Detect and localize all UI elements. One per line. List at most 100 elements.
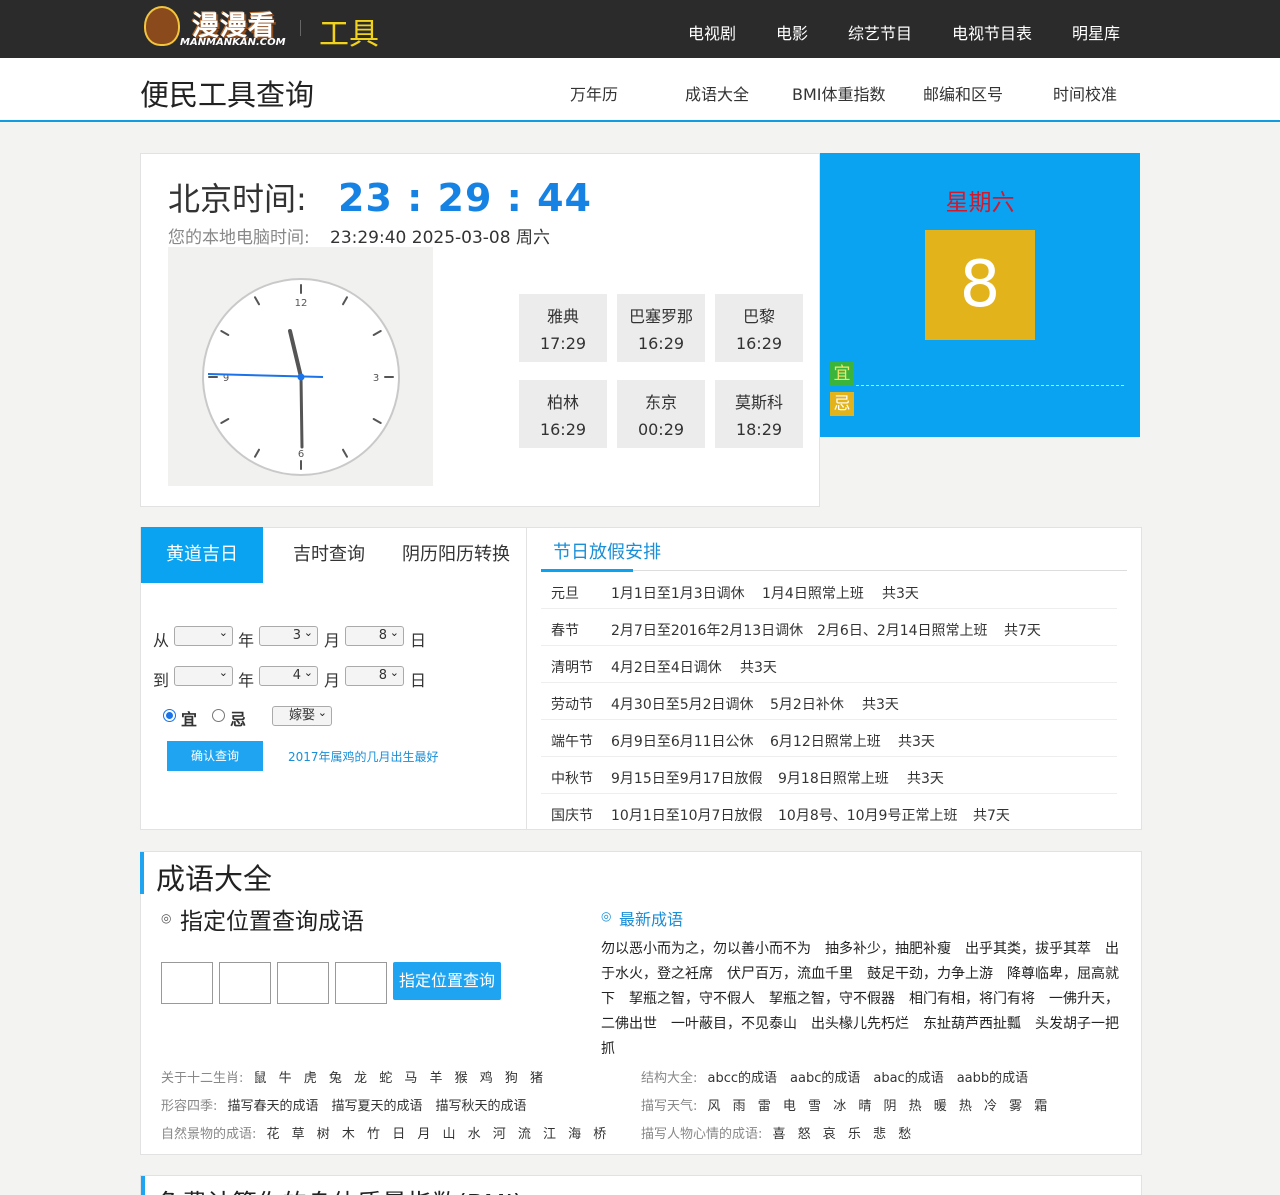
holiday-total: 共7天 — [973, 808, 1010, 824]
yi-badge: 宜 — [830, 362, 854, 386]
mood-label: 描写人物心情的成语: — [641, 1127, 763, 1142]
to-month-select[interactable]: 4 — [259, 664, 318, 686]
tab-auspicious-days[interactable]: 黄道吉日 — [141, 527, 263, 583]
holiday-range: 1月1日至1月3日调休 — [611, 586, 745, 602]
from-label: 从 — [153, 631, 170, 650]
calendar-divider — [856, 385, 1124, 386]
city-name: 柏林 — [546, 393, 579, 412]
city-athens: 雅典 17:29 — [519, 294, 607, 362]
from-day-select[interactable]: 8 — [345, 624, 404, 646]
clock-number-12: 12 — [295, 298, 308, 309]
structure-row: 结构大全: abcc的成语 aabc的成语 abac的成语 aabb的成语 — [641, 1067, 1028, 1086]
holiday-name: 元旦 — [551, 586, 579, 602]
holiday-row: 中秋节 9月15日至9月17日放假 9月18日照常上班 共3天 — [541, 757, 1117, 794]
logo-subtext: MANMANKAN.COM — [180, 37, 286, 48]
page-title: 便民工具查询 — [140, 78, 315, 112]
holiday-workday: 9月18日照常上班 — [778, 771, 889, 787]
latest-idioms-list[interactable]: 勿以恶小而为之，勿以善小而不为 抽多补少，抽肥补瘦 出乎其类，拔乎其萃 出于水火… — [601, 937, 1121, 1062]
holiday-workday: 10月8号、10月9号正常上班 — [778, 808, 958, 824]
nav-tv-schedule[interactable]: 电视节目表 — [952, 20, 1032, 44]
calendar-card: 星期六 8 宜 忌 — [820, 153, 1140, 437]
idiom-section-title: 成语大全 — [156, 862, 273, 896]
tools-title: 工具 — [319, 17, 379, 52]
day-of-month: 8 — [925, 230, 1035, 340]
nav-variety[interactable]: 综艺节目 — [848, 20, 912, 44]
to-day-select[interactable]: 8 — [345, 664, 404, 686]
subnav-time-sync[interactable]: 时间校准 — [1053, 81, 1117, 105]
subnav-bmi[interactable]: BMI体重指数 — [792, 81, 886, 105]
holiday-name: 春节 — [551, 623, 579, 639]
holiday-range: 4月2日至4日调休 — [611, 660, 722, 676]
city-berlin: 柏林 16:29 — [519, 380, 607, 448]
city-time: 18:29 — [735, 420, 783, 439]
nature-row: 自然景物的成语: 花 草 树 木 竹 日 月 山 水 河 流 江 海 桥 — [161, 1123, 610, 1142]
holiday-row: 春节 2月7日至2016年2月13日调休 2月6日、2月14日照常上班 共7天 — [541, 609, 1117, 646]
nav-stars[interactable]: 明星库 — [1072, 20, 1120, 44]
city-moscow: 莫斯科 18:29 — [715, 380, 803, 448]
holiday-workday: 6月12日照常上班 — [770, 734, 881, 750]
radio-ji[interactable] — [212, 709, 225, 722]
subnav-idioms[interactable]: 成语大全 — [685, 81, 749, 105]
holiday-range: 9月15日至9月17日放假 — [611, 771, 763, 787]
beijing-time-label: 北京时间: — [168, 180, 307, 218]
city-paris: 巴黎 16:29 — [715, 294, 803, 362]
holiday-total: 共3天 — [882, 586, 919, 602]
city-barcelona: 巴塞罗那 16:29 — [617, 294, 705, 362]
subnav-calendar[interactable]: 万年历 — [570, 81, 618, 105]
city-tokyo: 东京 00:29 — [617, 380, 705, 448]
event-select[interactable]: 嫁娶 — [272, 704, 332, 726]
mood-links[interactable]: 喜 怒 哀 乐 悲 愁 — [773, 1127, 916, 1142]
city-time: 16:29 — [539, 420, 587, 439]
idiom-char-input-1[interactable] — [161, 962, 213, 1004]
holiday-row: 元旦 1月1日至1月3日调休 1月4日照常上班 共3天 — [541, 572, 1117, 609]
seasons-row: 形容四季: 描写春天的成语 描写夏天的成语 描写秋天的成语 — [161, 1095, 527, 1114]
holiday-range: 6月9日至6月11日公休 — [611, 734, 754, 750]
site-logo[interactable]: 漫漫看 MANMANKAN.COM — [140, 2, 292, 54]
seasons-links[interactable]: 描写春天的成语 描写夏天的成语 描写秋天的成语 — [228, 1099, 527, 1114]
city-time: 16:29 — [637, 334, 685, 353]
holiday-name: 端午节 — [551, 734, 593, 750]
holiday-row: 劳动节 4月30日至5月2日调休 5月2日补休 共3天 — [541, 683, 1117, 720]
idiom-char-input-2[interactable] — [219, 962, 271, 1004]
rooster-birth-link[interactable]: 2017年属鸡的几月出生最好 — [288, 748, 439, 765]
subnav-postcode[interactable]: 邮编和区号 — [923, 81, 1003, 105]
tab-lunar-convert[interactable]: 阴历阳历转换 — [396, 527, 516, 583]
position-query-button[interactable]: 指定位置查询 — [393, 962, 501, 1000]
bullet-icon: ◎ — [601, 909, 612, 923]
nav-movies[interactable]: 电影 — [776, 20, 808, 44]
logo-divider — [300, 20, 301, 36]
weather-links[interactable]: 风 雨 雷 电 雪 冰 晴 阴 热 暖 热 冷 雾 霜 — [708, 1099, 1052, 1114]
top-bar: 漫漫看 MANMANKAN.COM 工具 电视剧 电影 综艺节目 电视节目表 明… — [0, 0, 1280, 58]
city-name: 巴塞罗那 — [628, 307, 693, 326]
holiday-row: 端午节 6月9日至6月11日公休 6月12日照常上班 共3天 — [541, 720, 1117, 757]
idiom-char-input-3[interactable] — [277, 962, 329, 1004]
structure-label: 结构大全: — [641, 1071, 698, 1086]
weather-row: 描写天气: 风 雨 雷 电 雪 冰 晴 阴 热 暖 热 冷 雾 霜 — [641, 1095, 1051, 1114]
bmi-section-bar — [141, 1176, 145, 1195]
radio-yi[interactable] — [163, 709, 176, 722]
idiom-char-input-4[interactable] — [335, 962, 387, 1004]
holiday-name: 国庆节 — [551, 808, 593, 824]
nav-tv-series[interactable]: 电视剧 — [688, 20, 736, 44]
seasons-label: 形容四季: — [161, 1099, 218, 1114]
from-month-select[interactable]: 3 — [259, 624, 318, 646]
tab-auspicious-hours[interactable]: 吉时查询 — [278, 527, 380, 583]
bmi-section-title: 免费计算你的身体质量指数(BMI) — [157, 1184, 523, 1195]
mood-row: 描写人物心情的成语: 喜 怒 哀 乐 悲 愁 — [641, 1123, 915, 1142]
city-name: 莫斯科 — [734, 393, 783, 412]
nature-label: 自然景物的成语: — [161, 1127, 257, 1142]
confirm-query-button[interactable]: 确认查询 — [167, 741, 263, 771]
from-year-select[interactable] — [174, 624, 233, 646]
mascot-icon — [144, 6, 180, 46]
weekday: 星期六 — [945, 190, 1015, 216]
structure-links[interactable]: abcc的成语 aabc的成语 abac的成语 aabb的成语 — [708, 1071, 1029, 1086]
position-query-title: 指定位置查询成语 — [180, 909, 364, 935]
holiday-name: 劳动节 — [551, 697, 593, 713]
zodiac-links[interactable]: 鼠 牛 虎 兔 龙 蛇 马 羊 猴 鸡 狗 猪 — [254, 1071, 547, 1086]
time-panel: 北京时间: 23 : 29 : 44 您的本地电脑时间: 23:29:40 20… — [140, 153, 820, 507]
to-year-select[interactable] — [174, 664, 233, 686]
holiday-range: 10月1日至10月7日放假 — [611, 808, 763, 824]
holiday-total: 共3天 — [907, 771, 944, 787]
day-label: 日 — [410, 631, 427, 650]
nature-links[interactable]: 花 草 树 木 竹 日 月 山 水 河 流 江 海 桥 — [267, 1127, 611, 1142]
